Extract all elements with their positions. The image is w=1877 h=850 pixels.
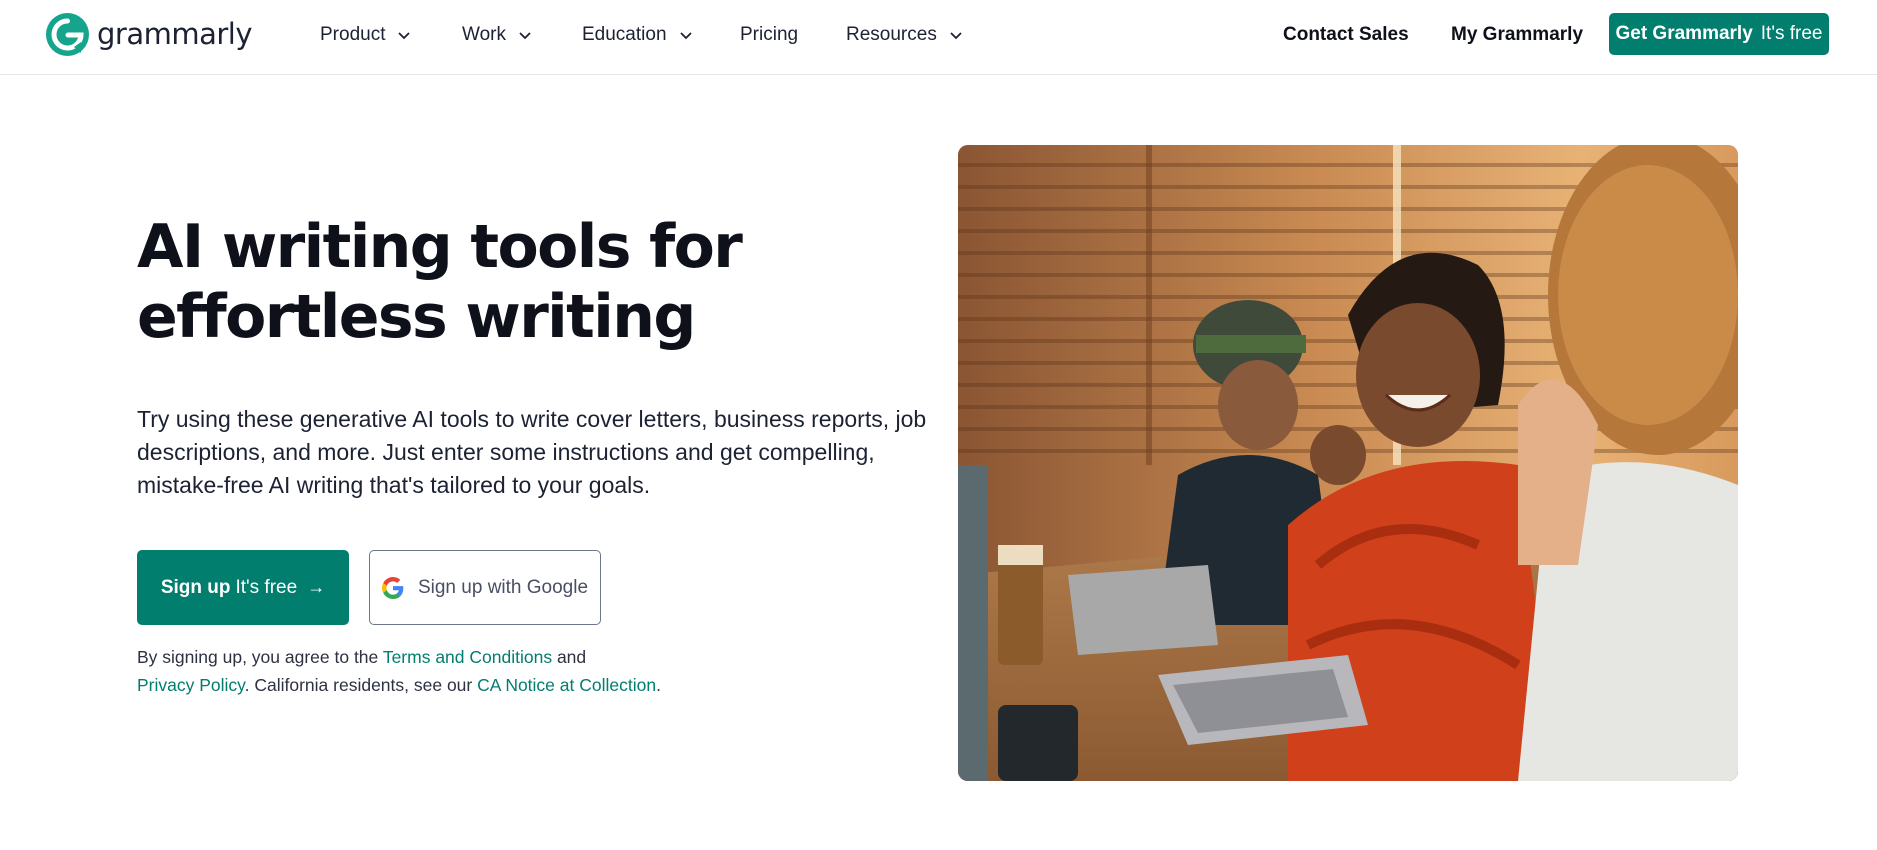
hero-title-line1: AI writing tools for [137, 212, 743, 282]
top-navigation: grammarly Product Work Education Pricing… [0, 0, 1877, 75]
logo-wordmark: grammarly [97, 17, 253, 51]
nav-item-education[interactable]: Education [582, 22, 693, 48]
google-button-label: Sign up with Google [417, 576, 589, 598]
arrow-right-icon: → [307, 577, 326, 597]
nav-item-label: Pricing [740, 24, 799, 45]
legal-text: . California residents, see our [244, 675, 478, 695]
get-grammarly-label: Get Grammarly [1615, 23, 1753, 44]
chevron-down-icon [950, 32, 962, 40]
chevron-down-icon [679, 32, 692, 40]
legal-text: . [656, 675, 661, 695]
legal-text: and [552, 647, 587, 667]
legal-notice: By signing up, you agree to the Terms an… [137, 643, 697, 699]
privacy-policy-link[interactable]: Privacy Policy [137, 675, 245, 695]
terms-link[interactable]: Terms and Conditions [383, 647, 552, 667]
nav-item-label: Work [462, 24, 506, 45]
hero-photo-illustration [958, 145, 1738, 781]
nav-item-work[interactable]: Work [462, 22, 532, 48]
google-icon [381, 576, 404, 599]
sign-up-with-google-button[interactable]: Sign up with Google [369, 550, 601, 625]
hero-description: Try using these generative AI tools to w… [137, 406, 927, 498]
nav-item-pricing[interactable]: Pricing [740, 22, 798, 48]
nav-item-product[interactable]: Product [320, 22, 411, 48]
ca-notice-link[interactable]: CA Notice at Collection [477, 675, 656, 695]
legal-text: By signing up, you agree to the [137, 647, 383, 667]
sign-up-label: Sign up [160, 576, 231, 598]
hero-title-line2: effortless writing [137, 282, 696, 352]
get-grammarly-free-label: It's free [1760, 23, 1823, 44]
sign-up-free-label: It's free [235, 576, 298, 598]
chevron-down-icon [519, 32, 531, 40]
nav-item-label: Product [320, 24, 386, 45]
grammarly-logo-icon [46, 13, 89, 56]
my-grammarly-link[interactable]: My Grammarly [1451, 22, 1583, 48]
nav-item-label: Resources [846, 24, 937, 45]
hero-title: AI writing tools for effortless writing [137, 212, 757, 352]
nav-item-resources[interactable]: Resources [846, 22, 963, 48]
nav-item-label: Education [582, 24, 667, 45]
contact-sales-link[interactable]: Contact Sales [1283, 22, 1409, 48]
get-grammarly-button[interactable]: Get Grammarly It's free [1609, 13, 1829, 55]
sign-up-button[interactable]: Sign up It's free → [137, 550, 349, 625]
chevron-down-icon [398, 32, 411, 40]
hero-photo [958, 145, 1738, 781]
grammarly-logo[interactable]: grammarly [46, 13, 253, 56]
